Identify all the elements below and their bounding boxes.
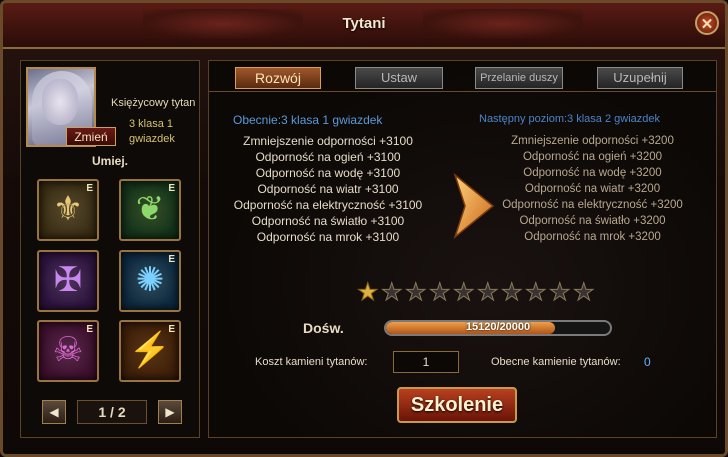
current-stat-line: Zmniejszenie odporności +3100	[243, 134, 413, 148]
main-panel: Rozwój Ustaw Przelanie duszy Uzupełnij O…	[208, 60, 717, 438]
tab-przelanie-duszy[interactable]: Przelanie duszy	[475, 67, 563, 89]
tab-rozwoj[interactable]: Rozwój	[235, 67, 321, 89]
title-bar: Tytani ✕	[3, 3, 725, 49]
skill-badge: E	[168, 254, 175, 265]
next-stat-line: Odporność na wiatr +3200	[524, 183, 661, 195]
skill-slot-6[interactable]: ⚡ E	[119, 320, 181, 382]
star-icon: ★	[549, 279, 571, 306]
skill-badge: E	[86, 324, 93, 335]
experience-text: 15120/20000	[465, 321, 531, 333]
skill-slot-3[interactable]: ✠	[37, 250, 99, 312]
current-stat-line: Odporność na mrok +3100	[256, 230, 400, 244]
next-stat-line: Odporność na światło +3200	[519, 215, 666, 227]
winged-emblem-icon: ❦	[135, 190, 165, 228]
next-stats-list: Zmniejszenie odporności +3200 Odporność …	[485, 133, 700, 245]
window-title: Tytani	[342, 15, 386, 32]
star-icon: ★	[381, 279, 403, 306]
star-icon: ★	[453, 279, 475, 306]
current-stat-line: Odporność na elektryczność +3100	[233, 198, 423, 212]
next-page-button[interactable]: ▶	[158, 400, 182, 424]
titan-class-line2: gwiazdek	[129, 133, 175, 145]
titan-sidebar: Księżycowy tytan 3 klasa 1 gwiazdek Zmie…	[20, 60, 200, 438]
experience-label: Dośw.	[303, 320, 344, 336]
titan-class: 3 klasa 1 gwiazdek	[129, 117, 199, 147]
star-icon: ★	[477, 279, 499, 306]
demon-sigil-icon: ✠	[53, 261, 83, 299]
star-rating: ★ ★ ★ ★ ★ ★ ★ ★ ★ ★	[357, 279, 597, 306]
skill-slot-2[interactable]: ❦ E	[119, 179, 181, 241]
titan-name: Księżycowy tytan	[111, 97, 196, 109]
titans-window: Tytani ✕ Księżycowy tytan 3 klasa 1 gwia…	[0, 0, 728, 457]
rune-gold-icon: ⚜	[52, 190, 84, 228]
star-icon: ★	[405, 279, 427, 306]
next-stat-line: Zmniejszenie odporności +3200	[511, 135, 674, 147]
titan-class-line1: 3 klasa 1	[129, 118, 174, 130]
prev-page-button[interactable]: ◀	[42, 400, 66, 424]
skill-slot-4[interactable]: ✺ E	[119, 250, 181, 312]
owned-stones-value: 0	[644, 355, 651, 369]
tab-ustaw[interactable]: Ustaw	[355, 67, 443, 89]
skills-header: Umiej.	[91, 154, 128, 168]
owned-stones-label: Obecne kamienie tytanów:	[491, 356, 621, 368]
next-stat-line: Odporność na ogień +3200	[522, 151, 663, 163]
pager: ◀ 1 / 2 ▶	[42, 400, 182, 426]
star-icon: ★	[429, 279, 451, 306]
skill-badge: E	[168, 324, 175, 335]
spiked-sun-icon: ✺	[135, 261, 165, 299]
flame-rune-icon: ⚡	[128, 331, 172, 369]
star-icon: ★	[573, 279, 595, 306]
current-stats-list: Zmniejszenie odporności +3100 Odporność …	[223, 133, 433, 245]
page-indicator: 1 / 2	[77, 400, 147, 424]
skill-badge: E	[168, 183, 175, 194]
stone-cost-value: 1	[393, 351, 459, 373]
train-button[interactable]: Szkolenie	[397, 387, 517, 423]
next-stat-line: Odporność na wodę +3200	[523, 167, 662, 179]
skill-badge: E	[86, 183, 93, 194]
current-stat-line: Odporność na ogień +3100	[255, 150, 401, 164]
stone-cost-label: Koszt kamieni tytanów:	[255, 356, 368, 368]
star-icon: ★	[525, 279, 547, 306]
tab-uzupelnij[interactable]: Uzupełnij	[597, 67, 683, 89]
current-level-header: Obecnie:3 klasa 1 gwiazdek	[233, 113, 383, 127]
skill-slot-5[interactable]: ☠ E	[37, 320, 99, 382]
star-icon: ★	[501, 279, 523, 306]
skull-sigil-icon: ☠	[52, 331, 84, 369]
next-stat-line: Odporność na mrok +3200	[524, 231, 661, 243]
current-stat-line: Odporność na wodę +3100	[255, 166, 401, 180]
star-icon: ★	[357, 279, 379, 306]
portrait-face	[42, 79, 78, 125]
next-stat-line: Odporność na elektryczność +3200	[502, 199, 683, 211]
current-stat-line: Odporność na wiatr +3100	[257, 182, 399, 196]
next-level-header: Następny poziom:3 klasa 2 gwiazdek	[479, 113, 660, 125]
experience-bar: 15120/20000	[384, 320, 612, 336]
skill-slot-1[interactable]: ⚜ E	[37, 179, 99, 241]
close-icon[interactable]: ✕	[695, 11, 719, 35]
tab-bar: Rozwój Ustaw Przelanie duszy Uzupełnij	[209, 61, 716, 92]
current-stat-line: Odporność na światło +3100	[251, 214, 405, 228]
change-titan-button[interactable]: Zmień	[66, 127, 116, 146]
